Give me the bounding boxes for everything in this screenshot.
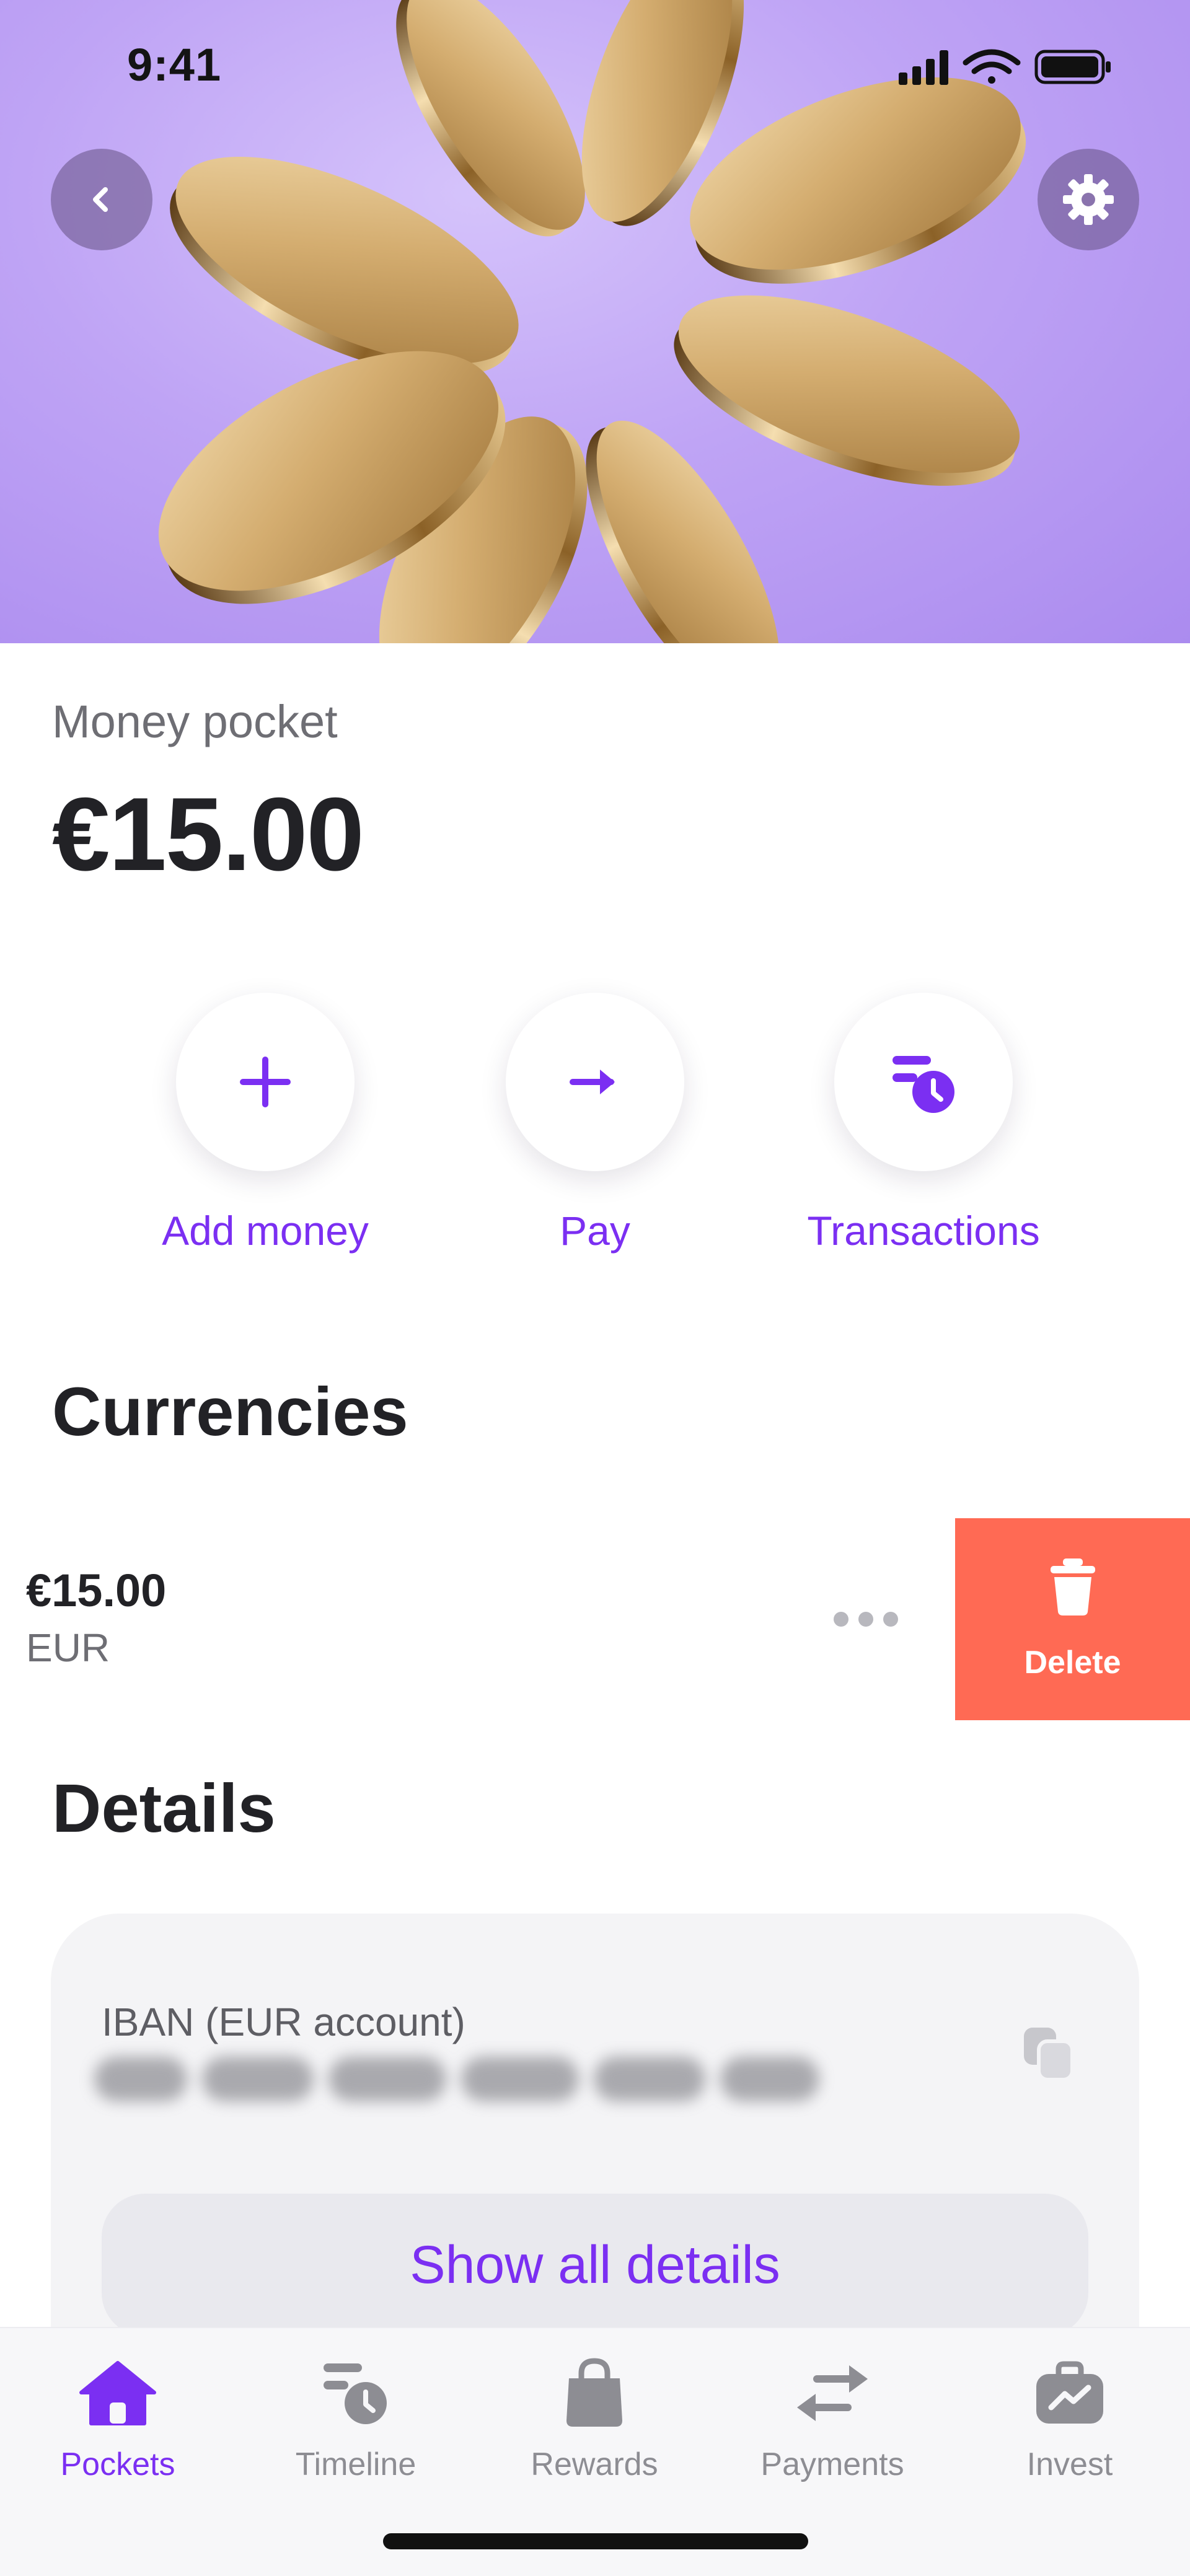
tab-rewards[interactable]: Rewards [483, 2353, 706, 2483]
transfer-arrows-icon [797, 2365, 868, 2421]
signal-icon [899, 50, 948, 85]
tab-timeline-label: Timeline [295, 2446, 416, 2482]
more-dot [858, 1612, 873, 1627]
timeline-clock-icon [324, 2363, 387, 2424]
transactions-button[interactable]: Transactions [793, 993, 1054, 1254]
settings-button[interactable] [1038, 149, 1139, 250]
pay-button[interactable]: Pay [465, 993, 725, 1254]
arrow-right-icon [570, 1070, 615, 1094]
tab-invest-label: Invest [1026, 2446, 1113, 2482]
battery-icon [1034, 50, 1111, 84]
back-button[interactable] [51, 149, 152, 250]
more-options-button[interactable] [834, 1604, 902, 1635]
add-money-label: Add money [162, 1208, 369, 1254]
status-icons [899, 49, 1111, 85]
hero-banner: 9:41 [0, 0, 1190, 643]
delete-label: Delete [1024, 1645, 1121, 1681]
currencies-title: Currencies [52, 1374, 408, 1450]
chevron-left-icon [93, 187, 108, 212]
pay-circle[interactable] [506, 993, 684, 1171]
transactions-circle[interactable] [834, 993, 1013, 1171]
gear-icon [1063, 174, 1114, 225]
more-dot [834, 1612, 848, 1627]
tab-rewards-label: Rewards [531, 2446, 658, 2482]
plus-icon [240, 1057, 291, 1107]
details-title: Details [52, 1770, 276, 1847]
trash-icon [1050, 1558, 1095, 1615]
tab-payments-label: Payments [760, 2446, 904, 2482]
pay-label: Pay [560, 1208, 630, 1254]
gold-coins-illustration [158, 0, 1026, 643]
tab-pockets-label: Pockets [60, 2446, 175, 2482]
delete-button[interactable]: Delete [955, 1518, 1190, 1720]
briefcase-chart-icon [1036, 2361, 1103, 2424]
tab-invest[interactable]: Invest [958, 2353, 1181, 2483]
more-dot [883, 1612, 898, 1627]
home-icon [79, 2361, 156, 2425]
pocket-screen: 9:41 Money pocket €15.00 Add money Pay T… [0, 0, 1190, 2576]
add-money-button[interactable]: Add money [135, 993, 395, 1254]
tab-pockets[interactable]: Pockets [6, 2353, 229, 2483]
home-indicator[interactable] [383, 2533, 808, 2549]
show-all-details-button[interactable]: Show all details [102, 2194, 1088, 2336]
tab-timeline[interactable]: Timeline [244, 2353, 467, 2483]
currency-code: EUR [26, 1625, 110, 1670]
iban-value-redacted [94, 2045, 912, 2113]
status-time: 9:41 [127, 39, 222, 90]
iban-label: IBAN (EUR account) [102, 2000, 465, 2044]
shopping-bag-icon [566, 2358, 622, 2427]
currency-amount: €15.00 [26, 1565, 167, 1616]
currency-row[interactable]: €15.00 EUR Delete [0, 1518, 1190, 1720]
wifi-icon [963, 49, 1021, 84]
transactions-clock-icon [892, 1056, 954, 1113]
pocket-balance: €15.00 [52, 776, 364, 892]
tab-payments[interactable]: Payments [721, 2353, 944, 2483]
add-money-circle[interactable] [176, 993, 355, 1171]
copy-icon[interactable] [1014, 2019, 1082, 2087]
pocket-name: Money pocket [52, 696, 338, 747]
transactions-label: Transactions [807, 1208, 1040, 1254]
